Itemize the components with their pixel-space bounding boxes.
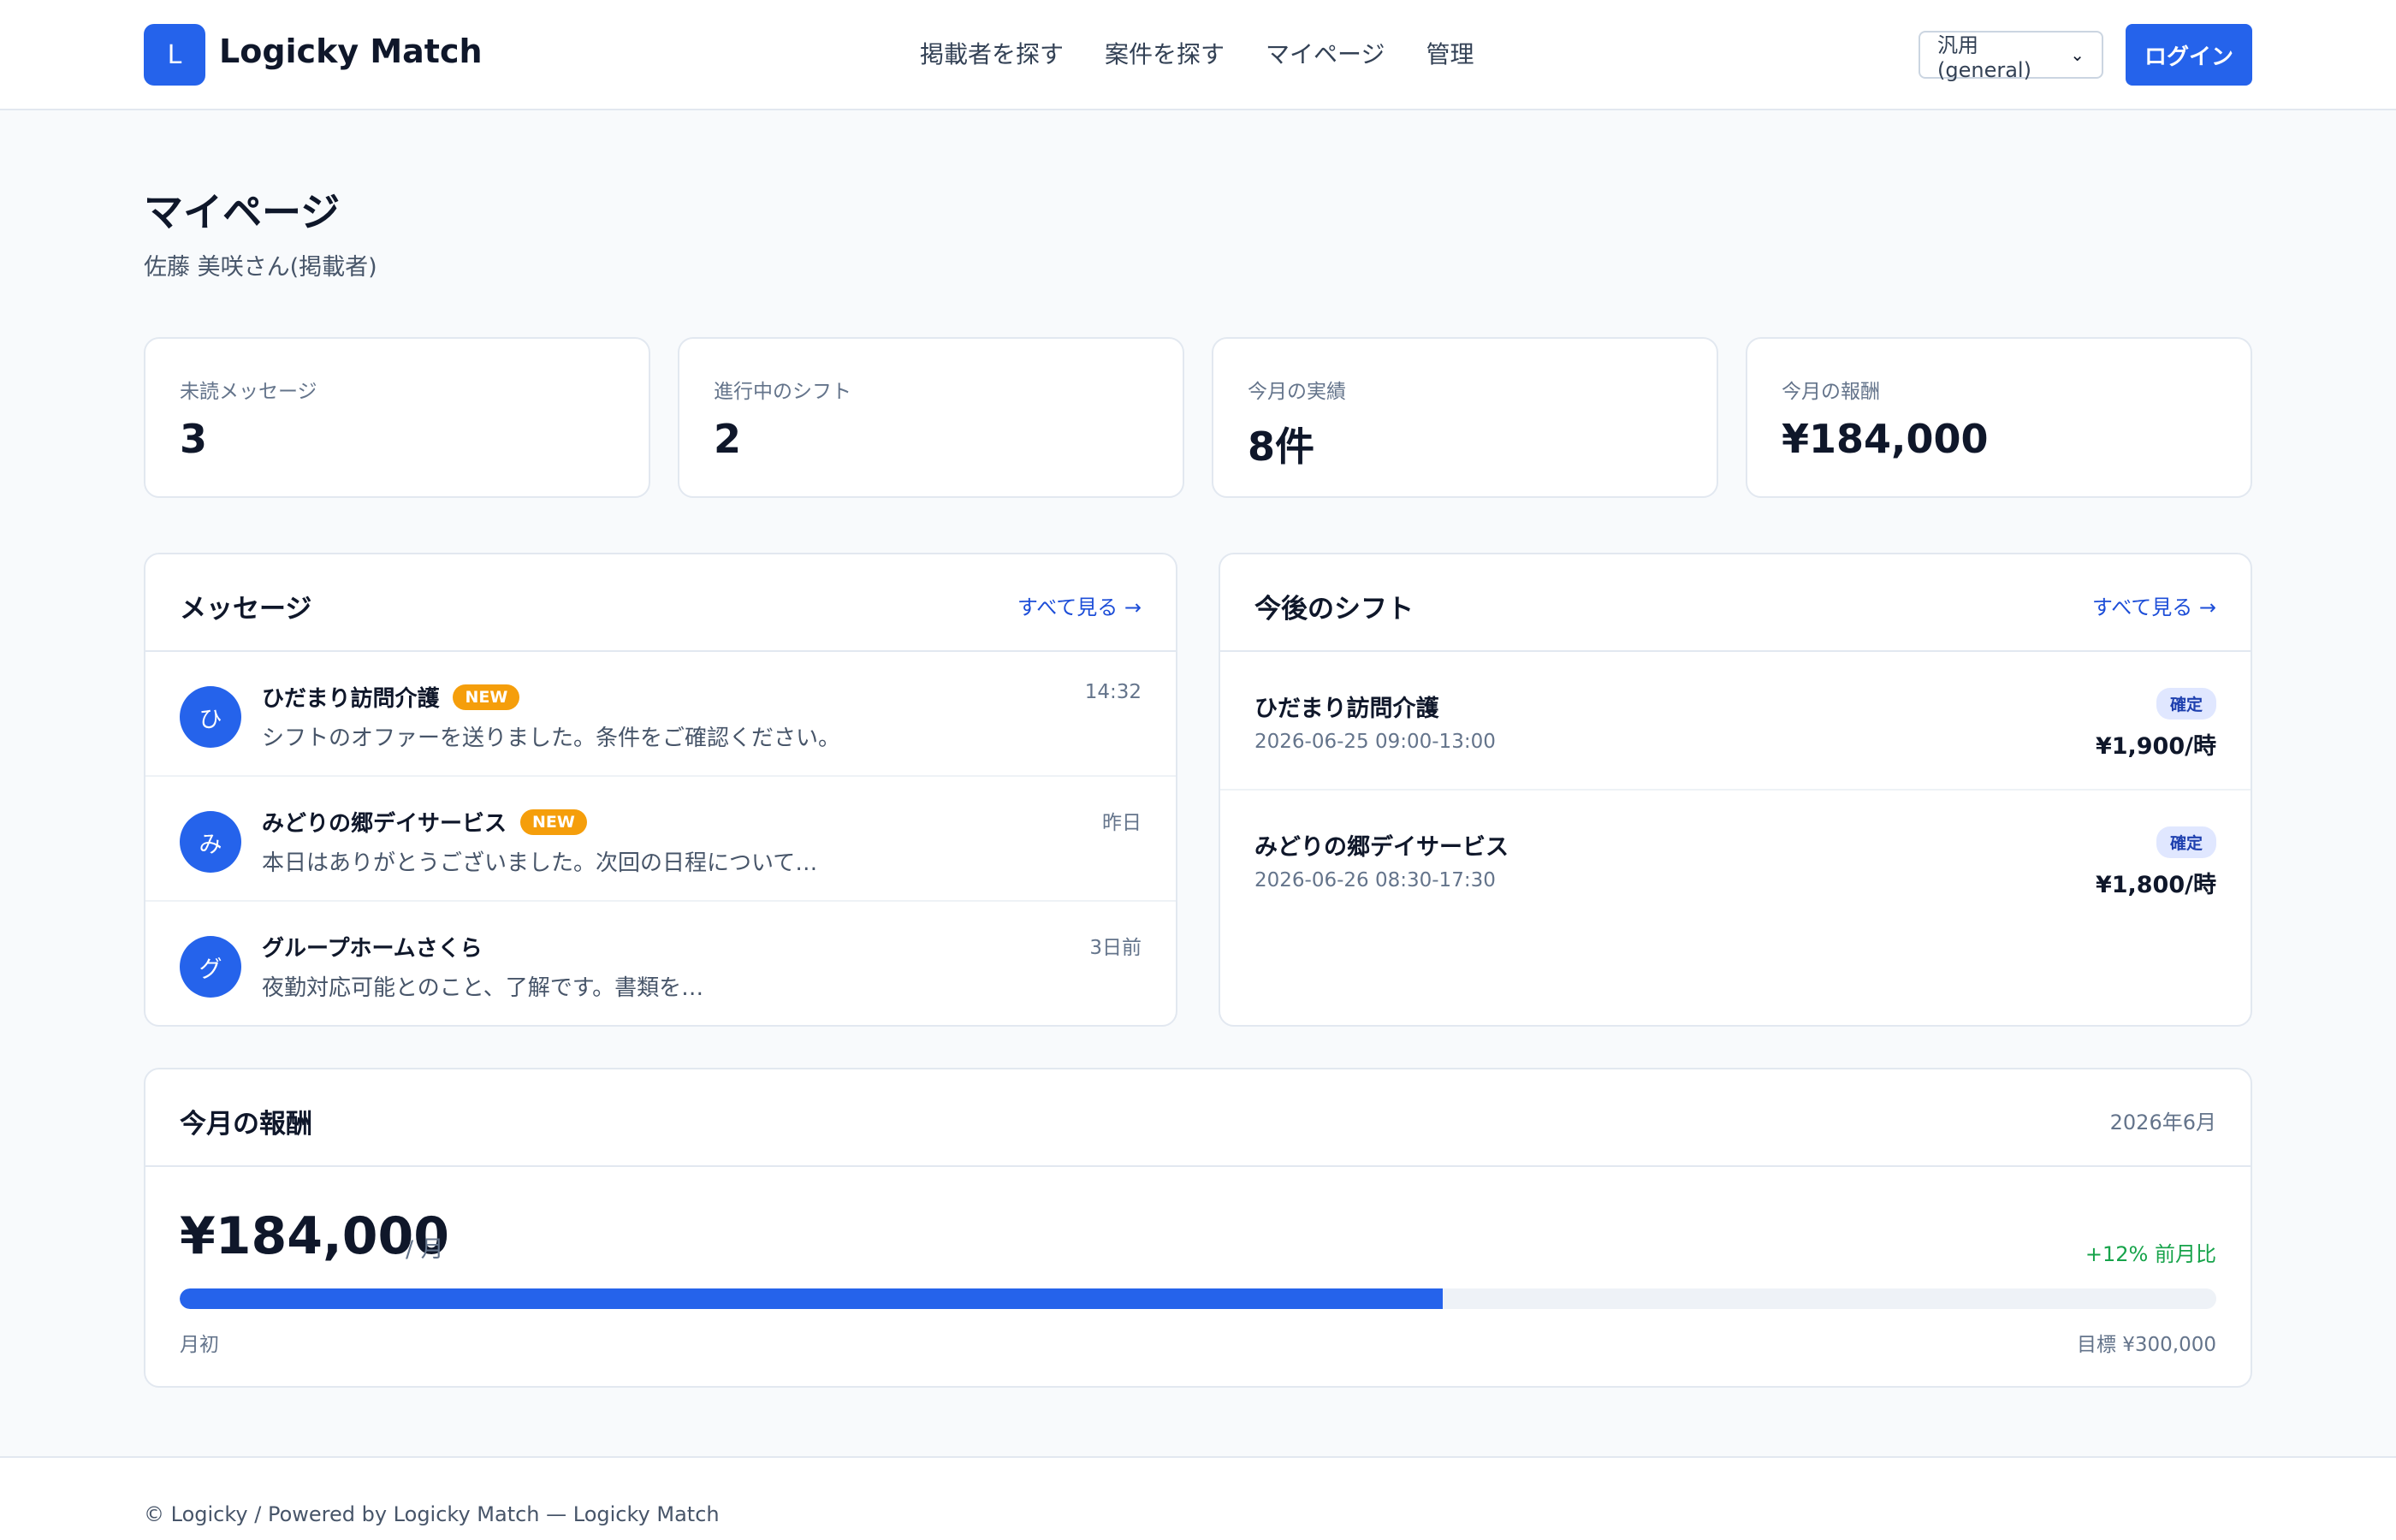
shift-rate: ¥1,900/時: [2095, 733, 2216, 760]
earnings-panel-header: 今月の報酬 2026年6月: [145, 1069, 2251, 1167]
stat-label: 今月の報酬: [1782, 381, 1880, 403]
stat-value: 3: [180, 416, 208, 462]
messages-panel: メッセージ すべて見る → ひ ひだまり訪問介護 NEW シフトのオファーを送り…: [144, 553, 1177, 1027]
nav-mypage[interactable]: マイページ: [1266, 36, 1385, 70]
stat-label: 未読メッセージ: [180, 381, 317, 403]
stat-card-monthly-earnings: 今月の報酬 ¥184,000: [1746, 337, 2252, 498]
message-sender: グループホームさくら: [262, 931, 483, 962]
stat-card-unread: 未読メッセージ 3: [144, 337, 650, 498]
stat-card-monthly-results: 今月の実績 8件: [1212, 337, 1718, 498]
new-badge: NEW: [453, 684, 520, 710]
earnings-panel: 今月の報酬 2026年6月 ¥184,000 / 月 +12% 前月比 月初 目…: [144, 1068, 2252, 1388]
shift-item[interactable]: みどりの郷デイサービス 2026-06-26 08:30-17:30 確定 ¥1…: [1220, 791, 2251, 929]
progress-start-label: 月初: [180, 1334, 219, 1356]
earnings-change: +12% 前月比: [2085, 1242, 2216, 1266]
message-preview: 夜勤対応可能とのこと、了解です。書類を…: [262, 975, 704, 1001]
logo-icon[interactable]: L: [144, 24, 205, 86]
login-button[interactable]: ログイン: [2126, 24, 2252, 86]
status-badge: 確定: [2156, 688, 2216, 720]
chevron-down-icon: ⌄: [2070, 44, 2085, 65]
shift-facility: ひだまり訪問介護: [1254, 696, 1439, 722]
stat-label: 進行中のシフト: [714, 381, 851, 403]
new-badge: NEW: [520, 808, 587, 835]
message-item[interactable]: グ グループホームさくら 夜勤対応可能とのこと、了解です。書類を… 3日前: [145, 902, 1176, 1025]
top-header: L Logicky Match 掲載者を探す 案件を探す マイページ 管理 汎用…: [0, 0, 2396, 110]
nav-admin[interactable]: 管理: [1426, 36, 1474, 70]
earnings-progress-bar: [180, 1288, 2216, 1309]
shift-item[interactable]: ひだまり訪問介護 2026-06-25 09:00-13:00 確定 ¥1,90…: [1220, 652, 2251, 791]
messages-panel-header: メッセージ すべて見る →: [145, 554, 1176, 652]
shift-datetime: 2026-06-26 08:30-17:30: [1254, 869, 1496, 891]
stat-value: 8件: [1248, 424, 1315, 470]
progress-goal-label: 目標 ¥300,000: [2076, 1334, 2216, 1356]
shift-rate: ¥1,800/時: [2095, 872, 2216, 898]
stat-value: ¥184,000: [1782, 416, 1989, 462]
message-item[interactable]: み みどりの郷デイサービス NEW 本日はありがとうございました。次回の日程につ…: [145, 777, 1176, 902]
message-sender-name: みどりの郷デイサービス: [262, 811, 507, 837]
avatar: グ: [180, 936, 241, 998]
messages-see-all-link[interactable]: すべて見る →: [1017, 590, 1142, 620]
stat-label: 今月の実績: [1248, 381, 1346, 403]
footer-text: © Logicky / Powered by Logicky Match — L…: [144, 1502, 720, 1526]
message-time: 14:32: [1084, 681, 1142, 703]
page-title: マイページ: [144, 189, 341, 235]
shifts-panel: 今後のシフト すべて見る → ひだまり訪問介護 2026-06-25 09:00…: [1219, 553, 2252, 1027]
role-select-value: 汎用(general): [1937, 33, 2031, 82]
message-sender-name: ひだまり訪問介護: [262, 686, 440, 712]
status-badge: 確定: [2156, 826, 2216, 858]
earnings-month: 2026年6月: [2109, 1111, 2216, 1134]
brand-name[interactable]: Logicky Match: [219, 33, 483, 70]
avatar: み: [180, 811, 241, 873]
stat-value: 2: [714, 416, 742, 462]
message-time: 昨日: [1102, 812, 1142, 834]
earnings-progress-fill: [180, 1288, 1443, 1309]
nav-find-jobs[interactable]: 案件を探す: [1105, 36, 1225, 70]
nav-find-publishers[interactable]: 掲載者を探す: [920, 36, 1064, 70]
message-sender: みどりの郷デイサービス NEW: [262, 806, 587, 838]
message-sender-name: グループホームさくら: [262, 936, 483, 962]
shift-datetime: 2026-06-25 09:00-13:00: [1254, 731, 1496, 753]
stat-card-active-shifts: 進行中のシフト 2: [678, 337, 1184, 498]
shift-facility: みどりの郷デイサービス: [1254, 834, 1509, 861]
message-preview: シフトのオファーを送りました。条件をご確認ください。: [262, 726, 841, 751]
avatar: ひ: [180, 686, 241, 748]
message-item[interactable]: ひ ひだまり訪問介護 NEW シフトのオファーを送りました。条件をご確認ください…: [145, 652, 1176, 777]
shifts-see-all-link[interactable]: すべて見る →: [2092, 590, 2216, 620]
message-time: 3日前: [1089, 937, 1142, 959]
page-subtitle: 佐藤 美咲さん(掲載者): [144, 254, 377, 281]
role-select[interactable]: 汎用(general) ⌄: [1919, 31, 2103, 82]
shifts-title: 今後のシフト: [1254, 594, 1414, 625]
message-sender: ひだまり訪問介護 NEW: [262, 681, 520, 713]
message-preview: 本日はありがとうございました。次回の日程について…: [262, 850, 818, 876]
earnings-title: 今月の報酬: [180, 1109, 312, 1140]
messages-title: メッセージ: [180, 594, 312, 625]
footer: © Logicky / Powered by Logicky Match — L…: [0, 1456, 2396, 1540]
shifts-panel-header: 今後のシフト すべて見る →: [1220, 554, 2251, 652]
main-nav: 掲載者を探す 案件を探す マイページ 管理: [920, 36, 1474, 70]
earnings-unit: / 月: [406, 1236, 444, 1263]
